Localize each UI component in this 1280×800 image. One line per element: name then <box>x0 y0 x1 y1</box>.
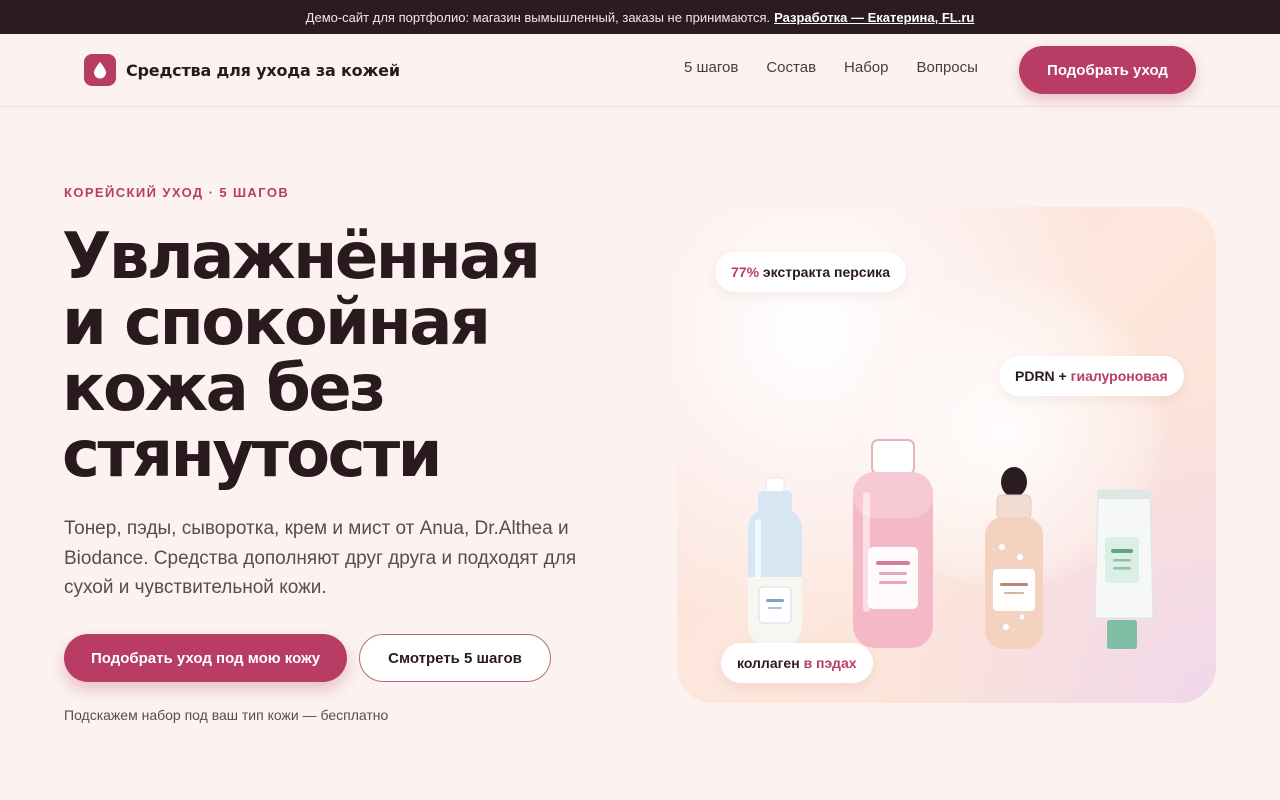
badge-text: PDRN + <box>1015 368 1071 384</box>
view-steps-button[interactable]: Смотреть 5 шагов <box>359 634 551 682</box>
cream-tube <box>1094 489 1154 649</box>
hero-lead: Тонер, пэды, сыворотка, крем и мист от A… <box>64 518 577 598</box>
badge-text: экстракта персика <box>759 264 890 280</box>
badge-accent: гиалуроновая <box>1070 368 1168 384</box>
badge-accent: в пэдах <box>803 655 857 671</box>
badge-text: коллаген <box>737 655 804 671</box>
announcement-bar: Демо-сайт для портфолио: магазин вымышле… <box>0 0 1280 34</box>
main-nav: 5 шагов Состав Набор Вопросы <box>684 59 978 76</box>
logo-text: Средства для ухода за кожей <box>126 60 400 80</box>
badge-collagen: коллаген в пэдах <box>721 643 873 683</box>
hero-title-line: Увлажнённая <box>62 220 541 294</box>
nav-item-ingredients[interactable]: Состав <box>766 59 816 76</box>
hero-hint: Подскажем набор под ваш тип кожи — беспл… <box>64 707 389 723</box>
nav-item-steps[interactable]: 5 шагов <box>684 59 738 76</box>
announcement-link[interactable]: Разработка — Екатерина, FL.ru <box>774 10 974 25</box>
product-illustration: 77% экстракта персика PDRN + гиалуронова… <box>677 207 1216 703</box>
hero-title-line: стянутости <box>62 418 443 492</box>
dropper-bottle <box>985 467 1043 649</box>
badge-peach-extract: 77% экстракта персика <box>715 252 906 292</box>
badge-accent: 77% <box>731 264 760 280</box>
hero-title-line: кожа без <box>62 352 386 426</box>
toner-bottle <box>748 477 802 647</box>
hero-title-line: и спокойная <box>62 286 491 360</box>
site-header: Средства для ухода за кожей 5 шагов Сост… <box>0 34 1280 107</box>
hero-title: Увлажнённая и спокойная кожа без стянуто… <box>62 224 642 488</box>
badge-pdrn: PDRN + гиалуроновая <box>999 356 1184 396</box>
header-cta-button[interactable]: Подобрать уход <box>1019 46 1196 94</box>
nav-item-faq[interactable]: Вопросы <box>916 59 977 76</box>
announcement-text: Демо-сайт для портфолио: магазин вымышле… <box>305 9 771 25</box>
pink-bottle <box>853 439 933 648</box>
hero-eyebrow: КОРЕЙСКИЙ УХОД · 5 ШАГОВ <box>64 185 290 200</box>
droplet-icon <box>84 54 116 86</box>
logo[interactable]: Средства для ухода за кожей <box>84 54 400 86</box>
pick-care-button[interactable]: Подобрать уход под мою кожу <box>64 634 347 682</box>
nav-item-set[interactable]: Набор <box>844 59 888 76</box>
